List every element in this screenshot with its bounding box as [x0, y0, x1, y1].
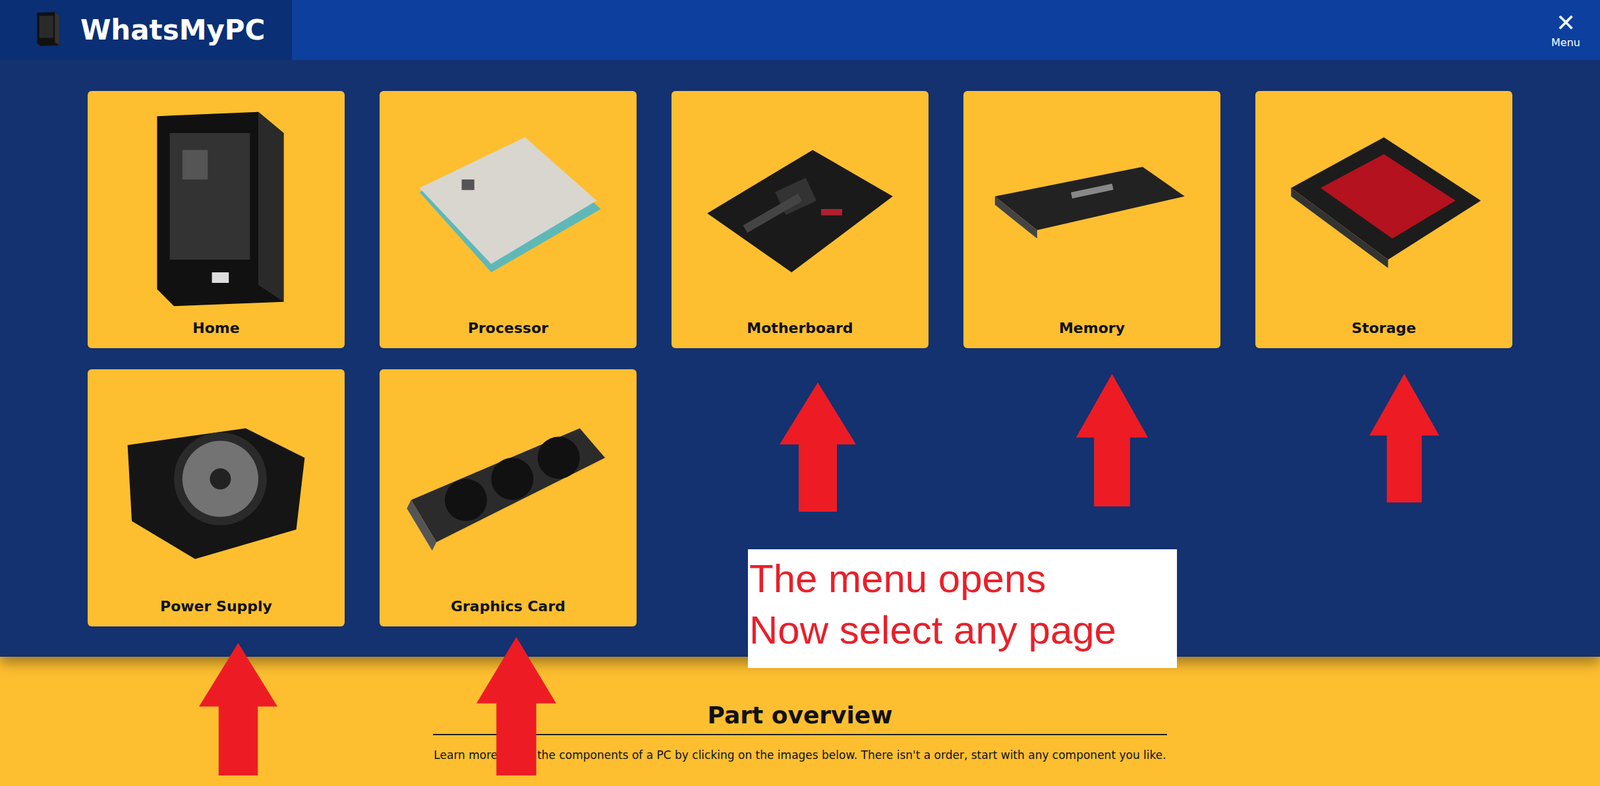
menu-card[interactable]: Processor — [379, 90, 637, 348]
menu-card[interactable]: Storage — [1255, 90, 1513, 348]
menu-card-label[interactable]: Memory — [1058, 316, 1125, 337]
menu-card-label[interactable]: Graphics Card — [450, 595, 566, 615]
menu-card-label[interactable]: Home — [192, 316, 240, 337]
red-arrow-icon — [1076, 373, 1148, 507]
brand[interactable]: WhatsMyPC — [0, 0, 292, 60]
red-arrow-icon — [476, 636, 557, 775]
red-arrow-icon — [199, 642, 278, 775]
menu-card[interactable]: Graphics Card — [379, 369, 637, 627]
site-title: WhatsMyPC — [80, 13, 265, 47]
processor-icon[interactable] — [388, 100, 628, 317]
red-arrow-icon — [779, 382, 857, 512]
menu-card-label[interactable]: Motherboard — [746, 316, 853, 337]
section-text: Learn more about the components of a PC … — [433, 747, 1166, 762]
pc-case-logo-icon — [28, 6, 66, 55]
menu-card[interactable]: Memory — [963, 90, 1221, 348]
annotation-line: The menu opens — [749, 552, 1177, 605]
close-icon[interactable]: ✕ — [1555, 11, 1576, 35]
pc-case-icon[interactable] — [96, 100, 336, 317]
menu-card-label[interactable]: Power Supply — [160, 595, 273, 615]
red-arrow-icon — [1369, 373, 1440, 503]
menu-card[interactable]: Home — [87, 90, 345, 348]
annotation-note: The menu opensNow select any page — [747, 548, 1177, 668]
menu-label: Menu — [1551, 36, 1581, 49]
menu-close-button[interactable]: ✕Menu — [1531, 0, 1600, 60]
menu-card-label[interactable]: Processor — [467, 316, 549, 337]
storage-icon[interactable] — [1264, 100, 1504, 317]
header-bar: WhatsMyPC ✕Menu — [0, 0, 1600, 60]
motherboard-icon[interactable] — [680, 100, 920, 317]
menu-grid: Home Processor Motherboard Memory Storage Pow… — [87, 90, 1513, 627]
section-title: Part overview — [432, 701, 1168, 735]
memory-icon[interactable] — [972, 100, 1212, 317]
power-supply-icon[interactable] — [96, 378, 336, 596]
menu-card[interactable]: Motherboard — [671, 90, 929, 348]
annotation-line: Now select any page — [749, 604, 1177, 656]
menu-card[interactable]: Power Supply — [87, 369, 345, 627]
graphics-card-icon[interactable] — [388, 378, 628, 596]
menu-card-label[interactable]: Storage — [1351, 316, 1417, 337]
